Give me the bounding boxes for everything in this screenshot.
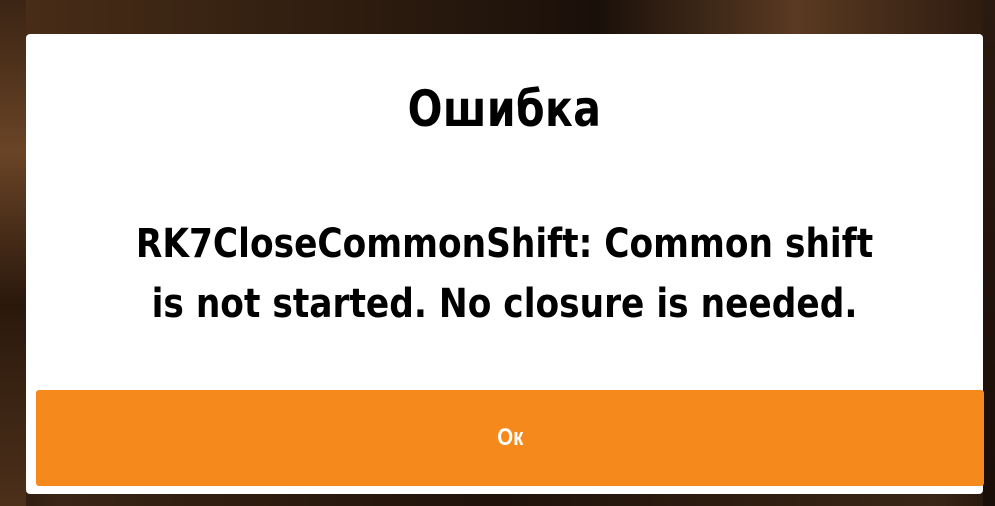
dialog-title: Ошибка [407, 80, 602, 138]
ok-button-label: Ок [496, 424, 524, 451]
background-right [983, 0, 995, 506]
ok-button[interactable]: Ок [36, 390, 984, 486]
error-dialog: Ошибка RK7CloseCommonShift: Common shift… [26, 34, 984, 494]
background-top [0, 0, 995, 34]
background-left [0, 0, 26, 506]
error-message: RK7CloseCommonShift: Common shift is not… [135, 221, 874, 327]
